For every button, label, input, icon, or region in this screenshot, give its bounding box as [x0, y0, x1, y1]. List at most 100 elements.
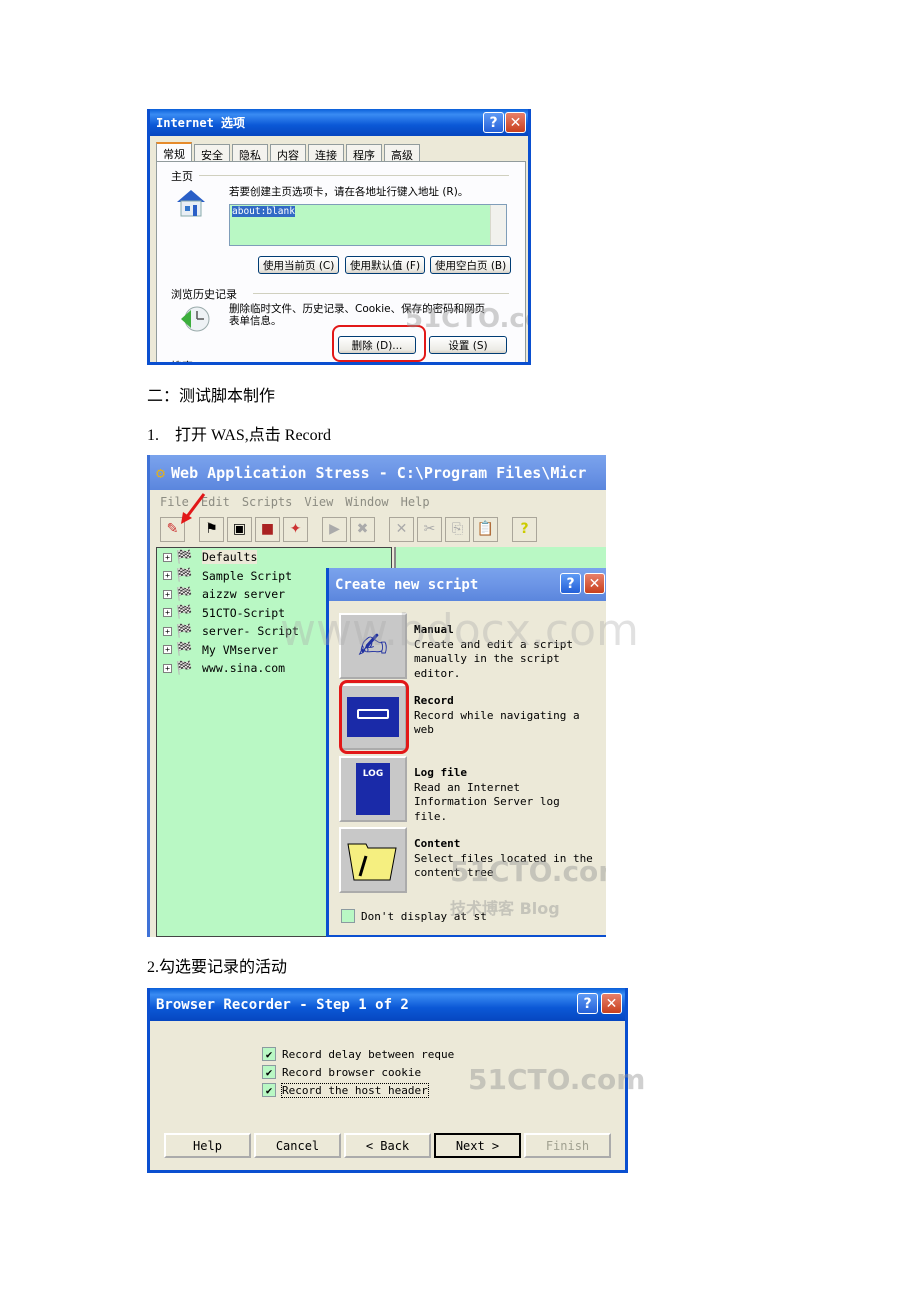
expand-icon[interactable]: + — [163, 589, 172, 599]
use-current-button[interactable]: 使用当前页 (C) — [258, 256, 340, 274]
internet-options-window: Internet 选项 ? ✕ 常规 安全 隐私 内容 连接 程序 高级 主页 … — [147, 109, 531, 365]
tab-connections[interactable]: 连接 — [308, 144, 344, 162]
general-tab-panel: 主页 若要创建主页选项卡，请在各地址行键入地址 (R)。 about:blank… — [156, 161, 526, 362]
tab-advanced[interactable]: 高级 — [384, 144, 420, 162]
users-icon: ✦ — [289, 521, 302, 537]
tab-programs[interactable]: 程序 — [346, 144, 382, 162]
home-address-value: about:blank — [232, 206, 295, 217]
copy-icon: ⎘ — [451, 521, 464, 537]
title-bar: ⚙ Web Application Stress - C:\Program Fi… — [150, 455, 606, 490]
history-clock-icon — [179, 304, 211, 334]
history-group-label: 浏览历史记录 — [171, 288, 237, 301]
home-address-input[interactable]: about:blank — [229, 204, 507, 246]
use-blank-button[interactable]: 使用空白页 (B) — [430, 256, 512, 274]
checkbox[interactable]: ✔ — [262, 1083, 276, 1097]
settings-icon: ■ — [260, 521, 275, 537]
red-arrow-annotation — [181, 493, 206, 524]
checkbox[interactable]: ✔ — [262, 1065, 276, 1079]
users-button[interactable]: ✦ — [283, 516, 308, 542]
log-file-button[interactable]: LOG — [339, 756, 407, 822]
report-button[interactable]: ▣ — [227, 516, 252, 542]
log-book-icon: LOG — [356, 763, 390, 815]
option-content[interactable]: Content Select files located in the conte… — [339, 827, 599, 893]
stop-button[interactable]: ✖ — [350, 516, 375, 542]
cut-button[interactable]: ✂ — [417, 516, 442, 542]
help-button[interactable]: Help — [164, 1133, 251, 1158]
menu-view[interactable]: View — [304, 495, 333, 509]
record-cookies-checkbox[interactable]: ✔ Record browser cookie — [262, 1063, 454, 1081]
expand-icon[interactable]: + — [163, 626, 172, 636]
dont-display-checkbox[interactable]: Don't display at st — [341, 909, 487, 923]
play-button[interactable]: ▶ — [322, 516, 347, 542]
checkbox[interactable] — [341, 909, 355, 923]
section-heading: 二：测试脚本制作 — [147, 388, 276, 405]
browser-recorder-dialog: Browser Recorder - Step 1 of 2 ? ✕ ✔ Reco… — [147, 988, 645, 1173]
expand-icon[interactable]: + — [163, 552, 172, 562]
flag-icon: 🏁 — [176, 642, 193, 658]
back-button[interactable]: < Back — [344, 1133, 431, 1158]
help-button[interactable]: ? — [483, 112, 504, 133]
manual-button[interactable]: ✍ — [339, 613, 407, 679]
play-icon: ▶ — [329, 521, 340, 537]
title-bar: Browser Recorder - Step 1 of 2 — [150, 988, 625, 1021]
divider — [253, 293, 509, 294]
help-button[interactable]: ? — [512, 516, 537, 542]
option-manual[interactable]: ✍ Manual Create and edit a script manuall… — [339, 613, 599, 681]
delete-button[interactable]: ✕ — [389, 516, 414, 542]
record-delay-checkbox[interactable]: ✔ Record delay between reque — [262, 1045, 454, 1063]
menu-scripts[interactable]: Scripts — [242, 495, 293, 509]
expand-icon[interactable]: + — [163, 571, 172, 581]
settings-button[interactable]: ■ — [255, 516, 280, 542]
menu-bar: File Edit Scripts View Window Help — [150, 490, 606, 514]
cancel-button[interactable]: Cancel — [254, 1133, 341, 1158]
record-host-header-checkbox[interactable]: ✔ Record the host header — [262, 1081, 454, 1099]
paste-button[interactable]: 📋 — [473, 516, 498, 542]
expand-icon[interactable]: + — [163, 663, 172, 673]
expand-icon[interactable]: + — [163, 608, 172, 618]
hand-pen-icon: ✍ — [357, 625, 389, 667]
record-options: ✔ Record delay between reque ✔ Record brow… — [262, 1045, 454, 1099]
tab-content[interactable]: 内容 — [270, 144, 306, 162]
history-settings-button[interactable]: 设置 (S) — [429, 336, 507, 354]
checkbox[interactable]: ✔ — [262, 1047, 276, 1061]
tab-general[interactable]: 常规 — [156, 142, 192, 162]
use-default-button[interactable]: 使用默认值 (F) — [345, 256, 426, 274]
next-button[interactable]: Next > — [434, 1133, 521, 1158]
tab-privacy[interactable]: 隐私 — [232, 144, 268, 162]
help-button[interactable]: ? — [560, 573, 581, 594]
divider — [199, 175, 509, 176]
content-button[interactable] — [339, 827, 407, 893]
cut-icon: ✂ — [423, 521, 436, 537]
tab-strip: 常规 安全 隐私 内容 连接 程序 高级 — [156, 142, 422, 162]
close-button[interactable]: ✕ — [584, 573, 605, 594]
toolbar: ✎ ⚑ ▣ ■ ✦ ▶ ✖ ✕ ✂ ⎘ 📋 ? — [150, 514, 606, 544]
close-button[interactable]: ✕ — [601, 993, 622, 1014]
home-icon — [175, 188, 207, 218]
was-window: ⚙ Web Application Stress - C:\Program Fi… — [147, 455, 606, 937]
expand-icon[interactable]: + — [163, 645, 172, 655]
tab-security[interactable]: 安全 — [194, 144, 230, 162]
title-bar: Internet 选项 — [150, 109, 528, 136]
highlight-annotation — [332, 325, 426, 362]
history-description-line1: 删除临时文件、历史记录、Cookie、保存的密码和网页 — [229, 303, 486, 315]
help-icon: ? — [520, 521, 529, 537]
step-1-text: 1. 打开 WAS,点击 Record — [147, 427, 331, 444]
window-title: Web Application Stress - C:\Program File… — [171, 463, 587, 482]
copy-button[interactable]: ⎘ — [445, 516, 470, 542]
flag-icon: 🏁 — [176, 549, 193, 565]
flag-icon: 🏁 — [176, 660, 193, 676]
create-new-script-dialog: Create new script ? ✕ ✍ Manual Create and… — [326, 568, 606, 937]
option-log-file[interactable]: LOG Log file Read an Internet Information… — [339, 756, 599, 824]
paste-icon: 📋 — [476, 521, 495, 537]
scrollbar[interactable] — [490, 205, 506, 245]
tree-item[interactable]: + 🏁 Defaults — [157, 548, 391, 567]
help-button[interactable]: ? — [577, 993, 598, 1014]
menu-window[interactable]: Window — [345, 495, 388, 509]
menu-help[interactable]: Help — [401, 495, 430, 509]
home-instruction: 若要创建主页选项卡，请在各地址行键入地址 (R)。 — [229, 186, 469, 198]
flag-icon: 🏁 — [176, 605, 193, 621]
flag-icon: 🏁 — [176, 586, 193, 602]
folder-icon — [347, 843, 397, 881]
close-button[interactable]: ✕ — [505, 112, 526, 133]
finish-button[interactable]: Finish — [524, 1133, 611, 1158]
